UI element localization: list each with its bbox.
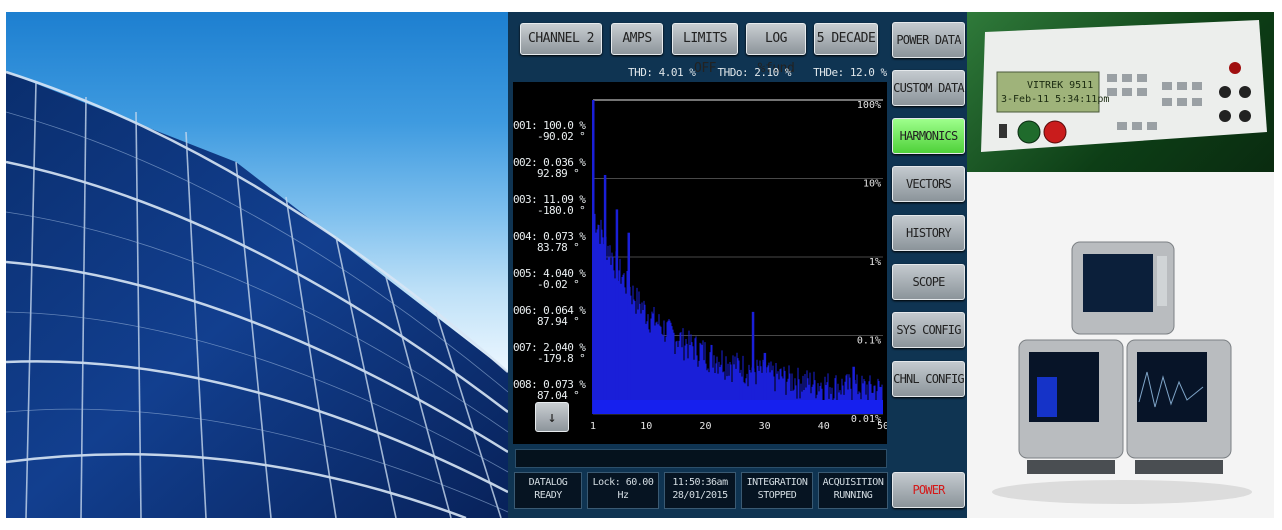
menu-vectors[interactable]: VECTORS bbox=[892, 166, 965, 202]
thd-value: THD: 4.01 % bbox=[628, 66, 696, 79]
x-tick-label: 50 bbox=[877, 421, 887, 432]
bench-analyzer-photo: VITREK 9511 3-Feb-11 5:34:11pm bbox=[967, 12, 1274, 172]
decade-button[interactable]: 5 DECADE bbox=[814, 23, 878, 55]
x-tick-label: 40 bbox=[818, 421, 830, 432]
menu-custom-data[interactable]: CUSTOM DATA bbox=[892, 70, 965, 106]
portable-analyzers-graphic bbox=[967, 172, 1274, 518]
integration-status: INTEGRATION STOPPED bbox=[741, 472, 813, 509]
channel-button[interactable]: CHANNEL 2 bbox=[520, 23, 602, 55]
thd-info-line: THD: 4.01 % THDo: 2.10 % THDe: 12.0 % bbox=[628, 66, 887, 79]
harmonic-row: 001: 100.0 % -90.02 ° bbox=[513, 119, 586, 143]
x-tick-label: 10 bbox=[640, 421, 652, 432]
harmonic-row: 007: 2.040 % -179.8 ° bbox=[513, 341, 586, 365]
menu-history[interactable]: HISTORY bbox=[892, 215, 965, 251]
y-tick-label: 10% bbox=[863, 179, 881, 190]
bench-analyzer-graphic: VITREK 9511 3-Feb-11 5:34:11pm bbox=[981, 20, 1267, 152]
x-tick-label: 1 bbox=[590, 421, 596, 432]
banner: CHANNEL 2 AMPS LIMITS OFF LOG %fund 5 DE… bbox=[6, 12, 1274, 518]
harmonics-list: 001: 100.0 % -90.02 ° 002: 0.036 % 92.89 °… bbox=[513, 119, 586, 416]
harmonic-peak-bar bbox=[627, 232, 631, 414]
harmonic-peak-bar bbox=[603, 174, 607, 414]
menu-harmonics[interactable]: HARMONICS bbox=[892, 118, 965, 154]
lock-status: Lock: 60.00 Hz bbox=[587, 472, 659, 509]
instrument-screen: CHANNEL 2 AMPS LIMITS OFF LOG %fund 5 DE… bbox=[508, 12, 967, 518]
scroll-down-button[interactable]: ↓ bbox=[535, 402, 569, 432]
y-tick-label: 100% bbox=[857, 100, 881, 111]
product-photos: VITREK 9511 3-Feb-11 5:34:11pm bbox=[967, 12, 1274, 518]
clock-status: 11:50:36am 28/01/2015 bbox=[664, 472, 736, 509]
acquisition-status: ACQUISITION RUNNING bbox=[818, 472, 888, 509]
power-button[interactable]: POWER bbox=[892, 472, 965, 508]
harmonic-row: 003: 11.09 % -180.0 ° bbox=[513, 193, 586, 217]
menu-chnl-config[interactable]: CHNL CONFIG bbox=[892, 361, 965, 397]
log-scale-button[interactable]: LOG %fund bbox=[746, 23, 806, 76]
harmonic-peak-bar bbox=[592, 100, 595, 414]
x-tick-label: 20 bbox=[699, 421, 711, 432]
x-tick-label: 30 bbox=[759, 421, 771, 432]
amps-button[interactable]: AMPS bbox=[611, 23, 663, 55]
thd-odd-value: THDo: 2.10 % bbox=[717, 66, 791, 79]
message-bar bbox=[515, 449, 887, 468]
harmonic-row: 005: 4.040 % -0.02 ° bbox=[513, 267, 586, 291]
harmonic-peak-bar bbox=[751, 311, 755, 414]
y-tick-label: 1% bbox=[869, 257, 881, 268]
solar-panel-graphic bbox=[6, 70, 508, 518]
harmonic-peak-bar bbox=[615, 209, 619, 414]
thd-even-value: THDe: 12.0 % bbox=[813, 66, 887, 79]
device-display-line2: 3-Feb-11 5:34:11pm bbox=[1001, 94, 1109, 105]
y-tick-label: 0.1% bbox=[857, 336, 881, 347]
datalog-status: DATALOG READY bbox=[514, 472, 582, 509]
device-display-line1: VITREK 9511 bbox=[1027, 80, 1093, 91]
harmonic-row: 002: 0.036 % 92.89 ° bbox=[513, 156, 586, 180]
menu-sys-config[interactable]: SYS CONFIG bbox=[892, 312, 965, 348]
harmonic-row: 004: 0.073 % 83.78 ° bbox=[513, 230, 586, 254]
harmonic-row: 006: 0.064 % 87.94 ° bbox=[513, 304, 586, 328]
spectrum-floor bbox=[593, 400, 883, 414]
limits-button[interactable]: LIMITS OFF bbox=[672, 23, 738, 76]
menu-power-data[interactable]: POWER DATA bbox=[892, 22, 965, 58]
menu-scope[interactable]: SCOPE bbox=[892, 264, 965, 300]
solar-panel-photo bbox=[6, 12, 508, 518]
